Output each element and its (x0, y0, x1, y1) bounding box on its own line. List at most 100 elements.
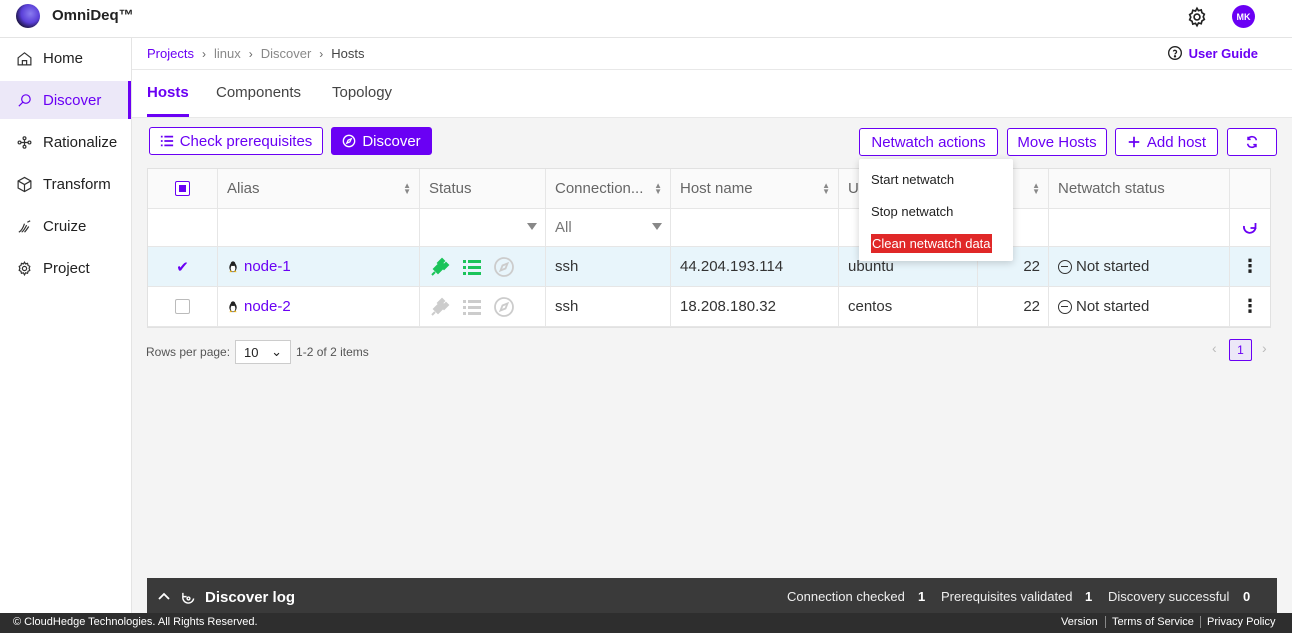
prev-page-icon[interactable]: ‹ (1212, 340, 1217, 356)
select-all-checkbox[interactable] (175, 181, 190, 196)
user-guide-link[interactable]: User Guide (1167, 45, 1258, 61)
next-page-icon[interactable]: › (1262, 340, 1267, 356)
footer: © CloudHedge Technologies. All Rights Re… (0, 613, 1292, 633)
sidebar-item-discover[interactable]: Discover (0, 81, 131, 119)
sort-icon[interactable]: ▲ ▼ (822, 182, 830, 196)
sidebar-item-label: Project (43, 259, 90, 277)
cube-icon (17, 176, 32, 192)
connection-checked-label: Connection checked (787, 589, 905, 604)
linux-penguin-icon (229, 301, 237, 313)
alias-cell[interactable]: node-2 (217, 287, 419, 326)
column-header-alias[interactable]: Alias ▲ ▼ (217, 169, 419, 208)
menu-item-clean-netwatch-data[interactable]: Clean netwatch data (871, 234, 992, 253)
row-select-cell[interactable]: ✔ (148, 247, 217, 286)
filter-status[interactable] (419, 209, 545, 246)
footer-link-privacy[interactable]: Privacy Policy (1200, 616, 1275, 628)
tab-components[interactable]: Components (216, 84, 301, 117)
more-vertical-icon[interactable]: ⋮ (1241, 296, 1259, 317)
column-header-connection[interactable]: Connection... ▲ ▼ (545, 169, 670, 208)
more-vertical-icon[interactable]: ⋮ (1241, 256, 1259, 277)
cruize-icon (18, 219, 31, 233)
sidebar-item-label: Transform (43, 175, 111, 193)
discovery-compass-icon[interactable] (493, 296, 515, 318)
menu-item-start-netwatch[interactable]: Start netwatch (871, 172, 954, 187)
sidebar-item-label: Rationalize (43, 133, 118, 151)
sidebar-item-cruize[interactable]: Cruize (0, 207, 131, 245)
plug-connected-icon[interactable] (429, 256, 451, 278)
footer-link-terms[interactable]: Terms of Service (1105, 616, 1194, 628)
alias-text[interactable]: node-1 (244, 258, 291, 275)
column-header-hostname[interactable]: Host name ▲ ▼ (670, 169, 838, 208)
chevron-down-icon: ⌄ (271, 344, 283, 359)
sort-icon[interactable]: ▲ ▼ (654, 182, 662, 196)
breadcrumb-projects[interactable]: Projects (147, 46, 194, 61)
sidebar-item-transform[interactable]: Transform (0, 165, 131, 203)
plug-disconnected-icon[interactable] (429, 296, 451, 318)
status-header-label: Status (429, 180, 472, 197)
sidebar-item-label: Cruize (43, 217, 87, 235)
refresh-icon[interactable] (1242, 220, 1258, 236)
filter-connection[interactable]: All (545, 209, 670, 246)
table-row[interactable]: node-2 ssh 18.208.180.32 centos 22 Not s… (148, 287, 1270, 327)
prerequisites-validated-count: 1 (1085, 589, 1093, 604)
discover-log-bar[interactable]: Discover log Connection checked 1 Prereq… (147, 578, 1277, 613)
move-hosts-button[interactable]: Move Hosts (1007, 128, 1107, 156)
copyright-text: © CloudHedge Technologies. All Rights Re… (13, 616, 258, 628)
row-checkbox[interactable] (175, 299, 190, 314)
sort-icon[interactable]: ▲ ▼ (403, 182, 411, 196)
check-prerequisites-label: Check prerequisites (179, 132, 313, 150)
row-select-cell[interactable] (148, 287, 217, 326)
tab-hosts[interactable]: Hosts (147, 84, 189, 117)
filter-refresh-cell (1229, 209, 1270, 246)
connection-checked-count: 1 (918, 589, 926, 604)
filter-connection-value: All (555, 219, 572, 236)
not-started-icon (1058, 259, 1072, 274)
chevron-up-icon[interactable] (158, 591, 170, 601)
breadcrumb-discover[interactable]: Discover (261, 46, 312, 61)
gear-icon (18, 260, 31, 276)
discovery-compass-icon[interactable] (493, 256, 515, 278)
breadcrumb-bar: Projects › linux › Discover › Hosts User… (132, 38, 1292, 70)
filter-funnel-icon[interactable] (527, 223, 537, 230)
pager-range: 1-2 of 2 items (296, 345, 369, 359)
status-cell (419, 287, 545, 326)
not-started-icon (1058, 299, 1072, 314)
sidebar-item-project[interactable]: Project (0, 249, 131, 287)
breadcrumb-linux[interactable]: linux (214, 46, 241, 61)
filter-cell-empty (148, 209, 217, 246)
user-avatar[interactable]: MK (1232, 5, 1255, 28)
netwatch-status-text: Not started (1076, 298, 1150, 315)
pagination: Rows per page: 10 ⌄ 1-2 of 2 items (146, 340, 369, 364)
sidebar: Home Discover Rationalize Transform Crui… (0, 38, 132, 613)
plus-icon (1128, 136, 1140, 148)
menu-item-stop-netwatch[interactable]: Stop netwatch (871, 204, 953, 219)
tab-topology[interactable]: Topology (332, 84, 392, 117)
refresh-icon (1246, 135, 1258, 149)
alias-text[interactable]: node-2 (244, 298, 291, 315)
settings-gear-icon[interactable] (1186, 6, 1208, 28)
footer-link-version[interactable]: Version (1061, 616, 1098, 628)
status-cell (419, 247, 545, 286)
checkmark-icon[interactable]: ✔ (176, 258, 189, 276)
check-prerequisites-button[interactable]: Check prerequisites (149, 127, 323, 155)
omnideq-logo[interactable] (16, 4, 40, 28)
page-number-button[interactable]: 1 (1229, 339, 1252, 361)
sidebar-item-rationalize[interactable]: Rationalize (0, 123, 131, 161)
discover-button[interactable]: Discover (331, 127, 432, 155)
filter-hostname[interactable] (670, 209, 838, 246)
connection-cell: ssh (545, 287, 670, 326)
refresh-button[interactable] (1227, 128, 1277, 156)
prerequisites-list-icon[interactable] (461, 256, 483, 278)
add-host-button[interactable]: Add host (1115, 128, 1218, 156)
netwatch-actions-button[interactable]: Netwatch actions (859, 128, 998, 156)
hostname-cell: 44.204.193.114 (670, 247, 838, 286)
filter-netwatch[interactable] (1048, 209, 1229, 246)
table-row[interactable]: ✔ node-1 ssh 44.204.193.114 ubuntu 22 No… (148, 247, 1270, 287)
filter-alias[interactable] (217, 209, 419, 246)
sidebar-item-home[interactable]: Home (0, 39, 131, 77)
filter-funnel-icon[interactable] (652, 223, 662, 230)
alias-cell[interactable]: node-1 (217, 247, 419, 286)
sort-icon[interactable]: ▲ ▼ (1032, 182, 1040, 196)
prerequisites-list-icon[interactable] (461, 296, 483, 318)
rows-per-page-select[interactable]: 10 ⌄ (235, 340, 292, 364)
